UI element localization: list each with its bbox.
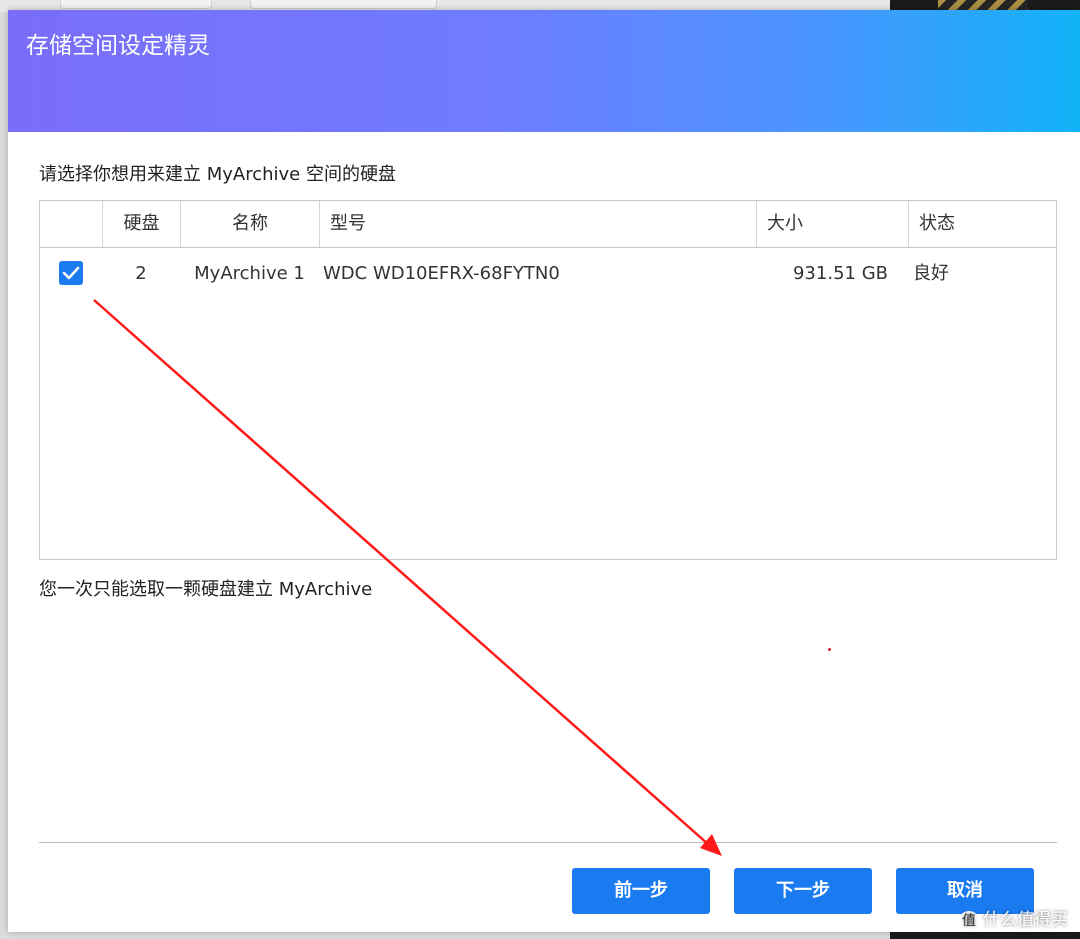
background-tab xyxy=(250,0,437,9)
background-tab xyxy=(60,0,212,9)
header-model[interactable]: 型号 xyxy=(319,201,756,247)
header-select-column xyxy=(40,201,102,247)
cell-status: 良好 xyxy=(913,263,949,284)
selection-note: 您一次只能选取一颗硬盘建立 MyArchive xyxy=(39,579,373,600)
storage-wizard-dialog: 存储空间设定精灵 请选择你想用来建立 MyArchive 空间的硬盘 硬盘 名称… xyxy=(8,10,1080,932)
previous-button[interactable]: 前一步 xyxy=(572,868,710,914)
header-name[interactable]: 名称 xyxy=(180,201,319,247)
check-icon xyxy=(62,266,80,280)
instruction-text: 请选择你想用来建立 MyArchive 空间的硬盘 xyxy=(39,164,396,185)
cell-size: 931.51 GB xyxy=(792,263,888,284)
header-status[interactable]: 状态 xyxy=(908,201,1056,247)
disk-select-checkbox[interactable] xyxy=(59,261,83,285)
watermark: 值什么值得买 xyxy=(959,905,1068,931)
annotation-dot xyxy=(828,648,831,651)
header-disk[interactable]: 硬盘 xyxy=(102,201,180,247)
cell-name: MyArchive 1 xyxy=(194,263,305,284)
watermark-text: 什么值得买 xyxy=(983,910,1068,930)
table-row[interactable]: 2 MyArchive 1 WDC WD10EFRX-68FYTN0 931.5… xyxy=(40,248,1056,300)
footer-divider xyxy=(39,842,1057,843)
watermark-badge: 值 xyxy=(959,911,979,931)
dialog-title: 存储空间设定精灵 xyxy=(26,33,210,59)
disk-table: 硬盘 名称 型号 大小 状态 2 MyArchive 1 WDC WD10EFR… xyxy=(39,200,1057,560)
dialog-header: 存储空间设定精灵 xyxy=(8,10,1080,132)
header-size[interactable]: 大小 xyxy=(756,201,908,247)
cell-model: WDC WD10EFRX-68FYTN0 xyxy=(323,263,560,284)
next-button[interactable]: 下一步 xyxy=(734,868,872,914)
cell-disk: 2 xyxy=(135,263,147,284)
table-header: 硬盘 名称 型号 大小 状态 xyxy=(40,201,1056,248)
